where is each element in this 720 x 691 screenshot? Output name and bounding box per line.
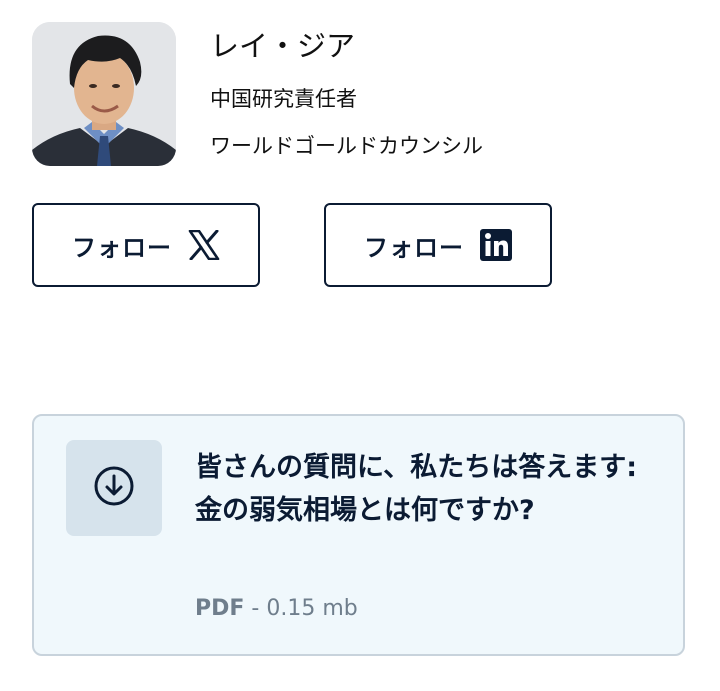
file-meta-separator: -	[244, 596, 267, 621]
download-title[interactable]: 皆さんの質問に、私たちは答えます: 金の弱気相場とは何ですか?	[195, 446, 655, 532]
follow-linkedin-button[interactable]: フォロー	[324, 203, 552, 287]
author-role: 中国研究責任者	[210, 87, 357, 111]
author-name: レイ・ジア	[210, 29, 356, 63]
linkedin-logo-icon	[480, 229, 512, 261]
file-size: 0.15 mb	[266, 596, 358, 621]
file-type: PDF	[195, 596, 245, 621]
x-logo-icon	[188, 230, 220, 260]
download-card[interactable]: 皆さんの質問に、私たちは答えます: 金の弱気相場とは何ですか? PDF - 0.…	[32, 414, 685, 656]
file-meta: PDF - 0.15 mb	[195, 594, 358, 624]
author-card: レイ・ジア 中国研究責任者 ワールドゴールドカウンシル	[32, 22, 692, 172]
author-avatar	[32, 22, 176, 166]
follow-x-label: フォロー	[72, 233, 172, 262]
author-organization: ワールドゴールドカウンシル	[210, 134, 483, 158]
download-circle-icon	[93, 465, 135, 511]
follow-x-button[interactable]: フォロー	[32, 203, 260, 287]
follow-linkedin-label: フォロー	[364, 233, 464, 262]
download-button[interactable]	[66, 440, 162, 536]
